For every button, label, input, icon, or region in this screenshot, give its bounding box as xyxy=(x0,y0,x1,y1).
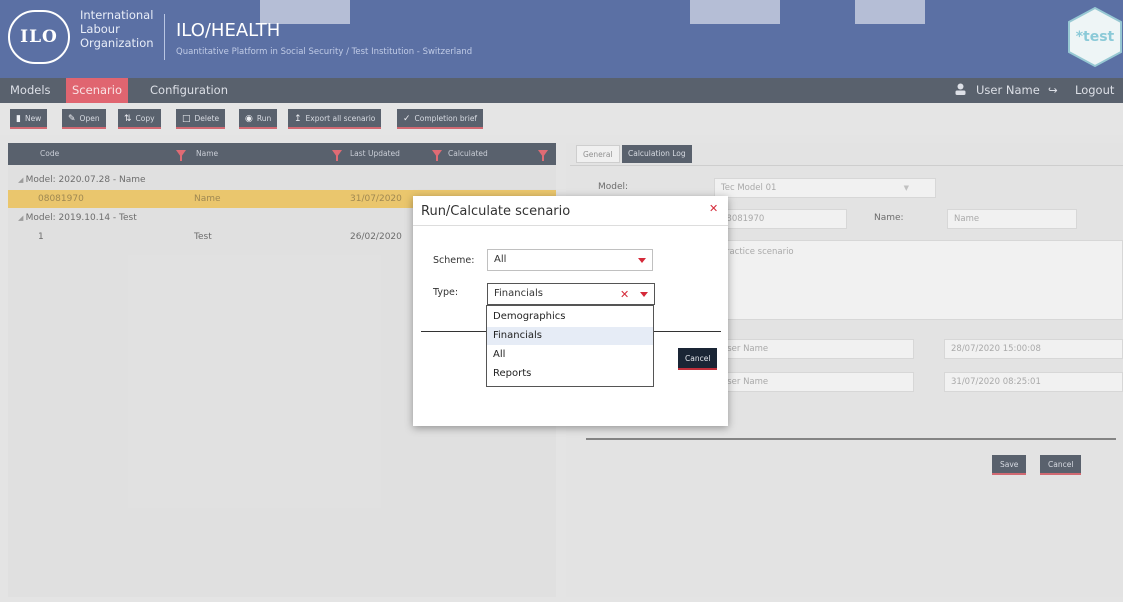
scheme-value: All xyxy=(494,254,507,265)
watermark-shape xyxy=(260,0,350,24)
clear-icon[interactable]: ✕ xyxy=(620,285,629,305)
type-dropdown-list: Demographics Financials All Reports xyxy=(486,305,654,387)
option-demographics[interactable]: Demographics xyxy=(487,308,653,326)
option-financials[interactable]: Financials xyxy=(487,327,653,345)
watermark-shape xyxy=(855,0,925,24)
watermark-shape xyxy=(690,0,780,24)
chevron-down-icon[interactable] xyxy=(637,287,651,301)
type-label: Type: xyxy=(433,287,459,298)
dialog-cancel-button[interactable]: Cancel xyxy=(678,348,718,370)
type-select[interactable]: Financials ✕ xyxy=(487,283,655,305)
chevron-down-icon[interactable] xyxy=(635,253,649,267)
option-reports[interactable]: Reports xyxy=(487,365,653,383)
dialog-title: Run/Calculate scenario xyxy=(421,204,571,219)
type-value: Financials xyxy=(494,288,543,299)
dialog-title-divider xyxy=(413,225,728,226)
option-all[interactable]: All xyxy=(487,346,653,364)
close-icon[interactable]: ✕ xyxy=(709,202,718,215)
scheme-select[interactable]: All xyxy=(487,249,653,271)
scheme-label: Scheme: xyxy=(433,255,475,266)
